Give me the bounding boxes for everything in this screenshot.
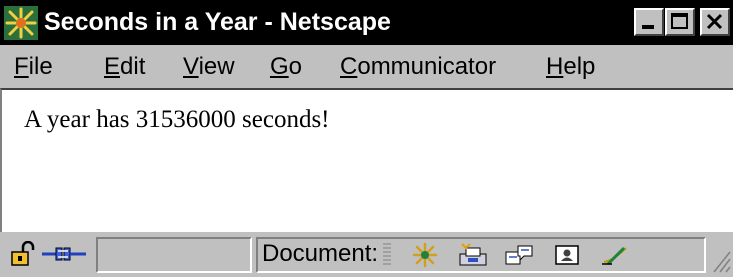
menu-view[interactable]: View bbox=[183, 51, 235, 83]
menu-go[interactable]: Go bbox=[270, 51, 302, 83]
close-icon bbox=[706, 13, 723, 30]
minimize-button[interactable] bbox=[634, 8, 664, 36]
composer-icon[interactable] bbox=[598, 242, 632, 268]
component-bar-grip-icon[interactable] bbox=[382, 241, 392, 269]
maximize-icon bbox=[671, 13, 688, 29]
title-bar[interactable]: Seconds in a Year - Netscape bbox=[0, 0, 733, 45]
navigator-icon[interactable] bbox=[408, 242, 442, 268]
address-book-icon[interactable] bbox=[550, 242, 584, 268]
status-text-field bbox=[96, 237, 252, 273]
unlocked-padlock-icon[interactable] bbox=[10, 241, 36, 267]
inbox-icon[interactable] bbox=[456, 242, 490, 268]
document-status-label: Document: bbox=[262, 240, 379, 267]
discussions-icon[interactable] bbox=[502, 242, 536, 268]
window-title: Seconds in a Year - Netscape bbox=[44, 8, 391, 36]
menu-edit[interactable]: Edit bbox=[104, 51, 145, 83]
menu-communicator[interactable]: Communicator bbox=[340, 51, 496, 83]
component-bar: Document: bbox=[256, 237, 706, 273]
maximize-button[interactable] bbox=[665, 8, 695, 36]
netscape-logo-icon[interactable] bbox=[4, 6, 38, 40]
browser-window: Seconds in a Year - Netscape File Edit V… bbox=[0, 0, 733, 277]
status-bar: Document: bbox=[0, 232, 733, 277]
resize-grip-icon[interactable] bbox=[710, 246, 732, 274]
menu-file[interactable]: File bbox=[14, 51, 53, 83]
page-text: A year has 31536000 seconds! bbox=[24, 106, 330, 133]
page-content[interactable]: A year has 31536000 seconds! bbox=[0, 88, 733, 232]
online-connection-icon[interactable] bbox=[40, 242, 92, 266]
minimize-icon bbox=[642, 25, 654, 29]
menu-help[interactable]: Help bbox=[546, 51, 595, 83]
menu-bar: File Edit View Go Communicator Help bbox=[0, 45, 733, 88]
close-button[interactable] bbox=[700, 8, 730, 36]
